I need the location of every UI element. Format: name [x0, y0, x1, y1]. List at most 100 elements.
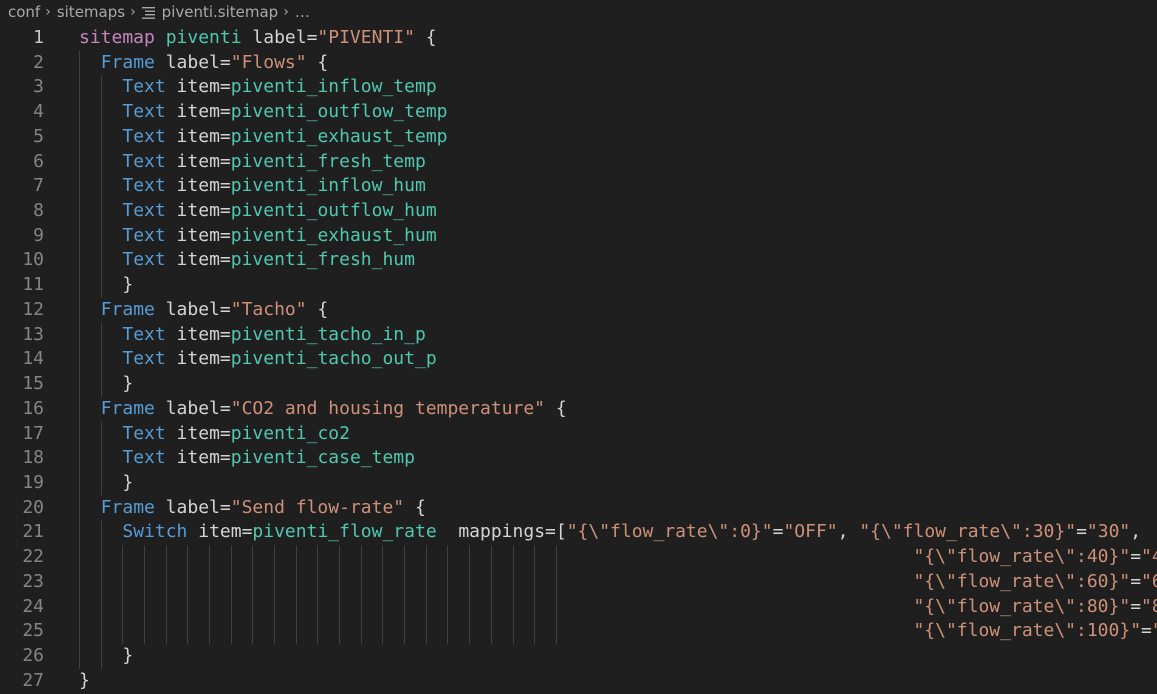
code-token: item= [165, 348, 231, 370]
line-content: Text item=piventi_outflow_hum [79, 199, 437, 224]
code-token: "PIVENTI" [317, 27, 415, 48]
code-token: label= [154, 496, 231, 518]
code-token: piventi_fresh_hum [230, 249, 415, 271]
code-token: piventi_inflow_temp [230, 76, 437, 98]
code-token: item= [165, 224, 231, 246]
code-token: = [772, 521, 784, 543]
line-content: Text item=piventi_case_temp [79, 446, 415, 471]
breadcrumb-item-sitemaps[interactable]: sitemaps [57, 3, 125, 21]
code-token: = [1076, 521, 1087, 543]
line-number: 20 [22, 496, 44, 518]
line-content: Text item=piventi_fresh_temp [79, 150, 425, 175]
line-content: Text item=piventi_inflow_temp [79, 75, 437, 100]
line-content: Frame label="Tacho" { [79, 298, 329, 323]
line-content: Text item=piventi_tacho_in_p [79, 323, 426, 348]
code-token: { [306, 51, 329, 73]
code-token: piventi_flow_rate [252, 521, 437, 543]
code-token: item= [165, 422, 231, 444]
chevron-right-icon: › [45, 4, 51, 20]
line-content: "{\"flow_rate\":60}"="60", "{\"flow_rate… [79, 570, 1157, 595]
code-token: Text [122, 348, 166, 370]
code-token: "{\"flow_rate\":60}" [913, 570, 1131, 592]
code-token: = [1130, 546, 1142, 568]
line-content: } [79, 273, 133, 298]
line-number: 19 [22, 471, 44, 493]
line-number: 18 [22, 447, 44, 469]
code-token: } [79, 669, 90, 691]
line-content: Text item=piventi_outflow_temp [79, 100, 448, 125]
line-number: 2 [33, 51, 44, 73]
code-token: = [1130, 570, 1142, 592]
code-token: piventi_tacho_in_p [230, 323, 426, 345]
code-token: { [414, 27, 437, 48]
line-number: 16 [22, 397, 44, 419]
code-token: } [79, 373, 134, 395]
code-token: "{\"flow_rate\":30}" [859, 521, 1077, 543]
line-content: Switch item=piventi_flow_rate mappings=[… [79, 520, 1141, 545]
code-token: Frame [100, 496, 155, 518]
line-number: 24 [22, 595, 44, 617]
code-token: piventi_outflow_temp [230, 101, 448, 123]
code-token: "OFF" [783, 521, 838, 543]
line-content: } [79, 372, 133, 397]
code-token: "{\"flow_rate\":100}" [913, 620, 1142, 642]
code-token: item= [165, 125, 231, 147]
line-number: 26 [22, 644, 44, 666]
line-number: 3 [33, 76, 44, 98]
code-token: Text [122, 76, 166, 98]
line-number: 8 [33, 200, 44, 222]
code-token: } [79, 644, 134, 666]
code-token: "CO2 and housing temperature" [230, 397, 546, 419]
code-token: Frame [100, 51, 155, 73]
code-token: "100" [1152, 620, 1157, 641]
code-token: sitemap [79, 27, 155, 48]
line-content: } [79, 644, 133, 669]
code-token: Text [122, 249, 166, 271]
line-number: 23 [22, 570, 44, 592]
line-content: "{\"flow_rate\":100}"="100"] [79, 619, 1157, 644]
line-number: 21 [22, 521, 44, 543]
breadcrumb-item-more[interactable]: … [295, 3, 310, 21]
code-token: "{\"flow_rate\":40}" [913, 546, 1131, 568]
code-token: Text [122, 150, 166, 172]
code-token: "80" [1141, 595, 1157, 617]
code-token: Text [122, 447, 166, 469]
line-content: sitemap piventi label="PIVENTI" { [79, 26, 437, 51]
code-editor[interactable]: conf › sitemaps › piventi.sitemap › … 1s… [0, 0, 1157, 694]
code-token: item= [165, 150, 231, 172]
breadcrumb-item-conf[interactable]: conf [8, 3, 40, 21]
line-content: Frame label="Send flow-rate" { [79, 496, 426, 521]
code-token: Text [122, 175, 166, 197]
line-number: 22 [22, 546, 44, 568]
code-token: piventi_outflow_hum [230, 200, 437, 222]
line-content: Frame label="CO2 and housing temperature… [79, 397, 567, 422]
code-token: "Tacho" [230, 298, 307, 320]
chevron-right-icon: › [283, 4, 289, 20]
line-number: 6 [33, 150, 44, 172]
code-token: = [1130, 595, 1142, 617]
line-content: "{\"flow_rate\":80}"="80", "{\"flow_rate… [79, 595, 1157, 620]
code-token: piventi_co2 [230, 422, 350, 444]
code-token: item= [165, 76, 231, 98]
code-token: "Send flow-rate" [230, 496, 405, 518]
line-content: Text item=piventi_exhaust_temp [79, 125, 447, 150]
line-number: 9 [33, 224, 44, 246]
line-number: 17 [22, 422, 44, 444]
line-number: 11 [22, 274, 44, 296]
code-token: piventi_inflow_hum [230, 175, 426, 197]
breadcrumb-item-file[interactable]: piventi.sitemap [162, 3, 279, 21]
line-number: 15 [22, 373, 44, 395]
code-token: item= [165, 323, 231, 345]
